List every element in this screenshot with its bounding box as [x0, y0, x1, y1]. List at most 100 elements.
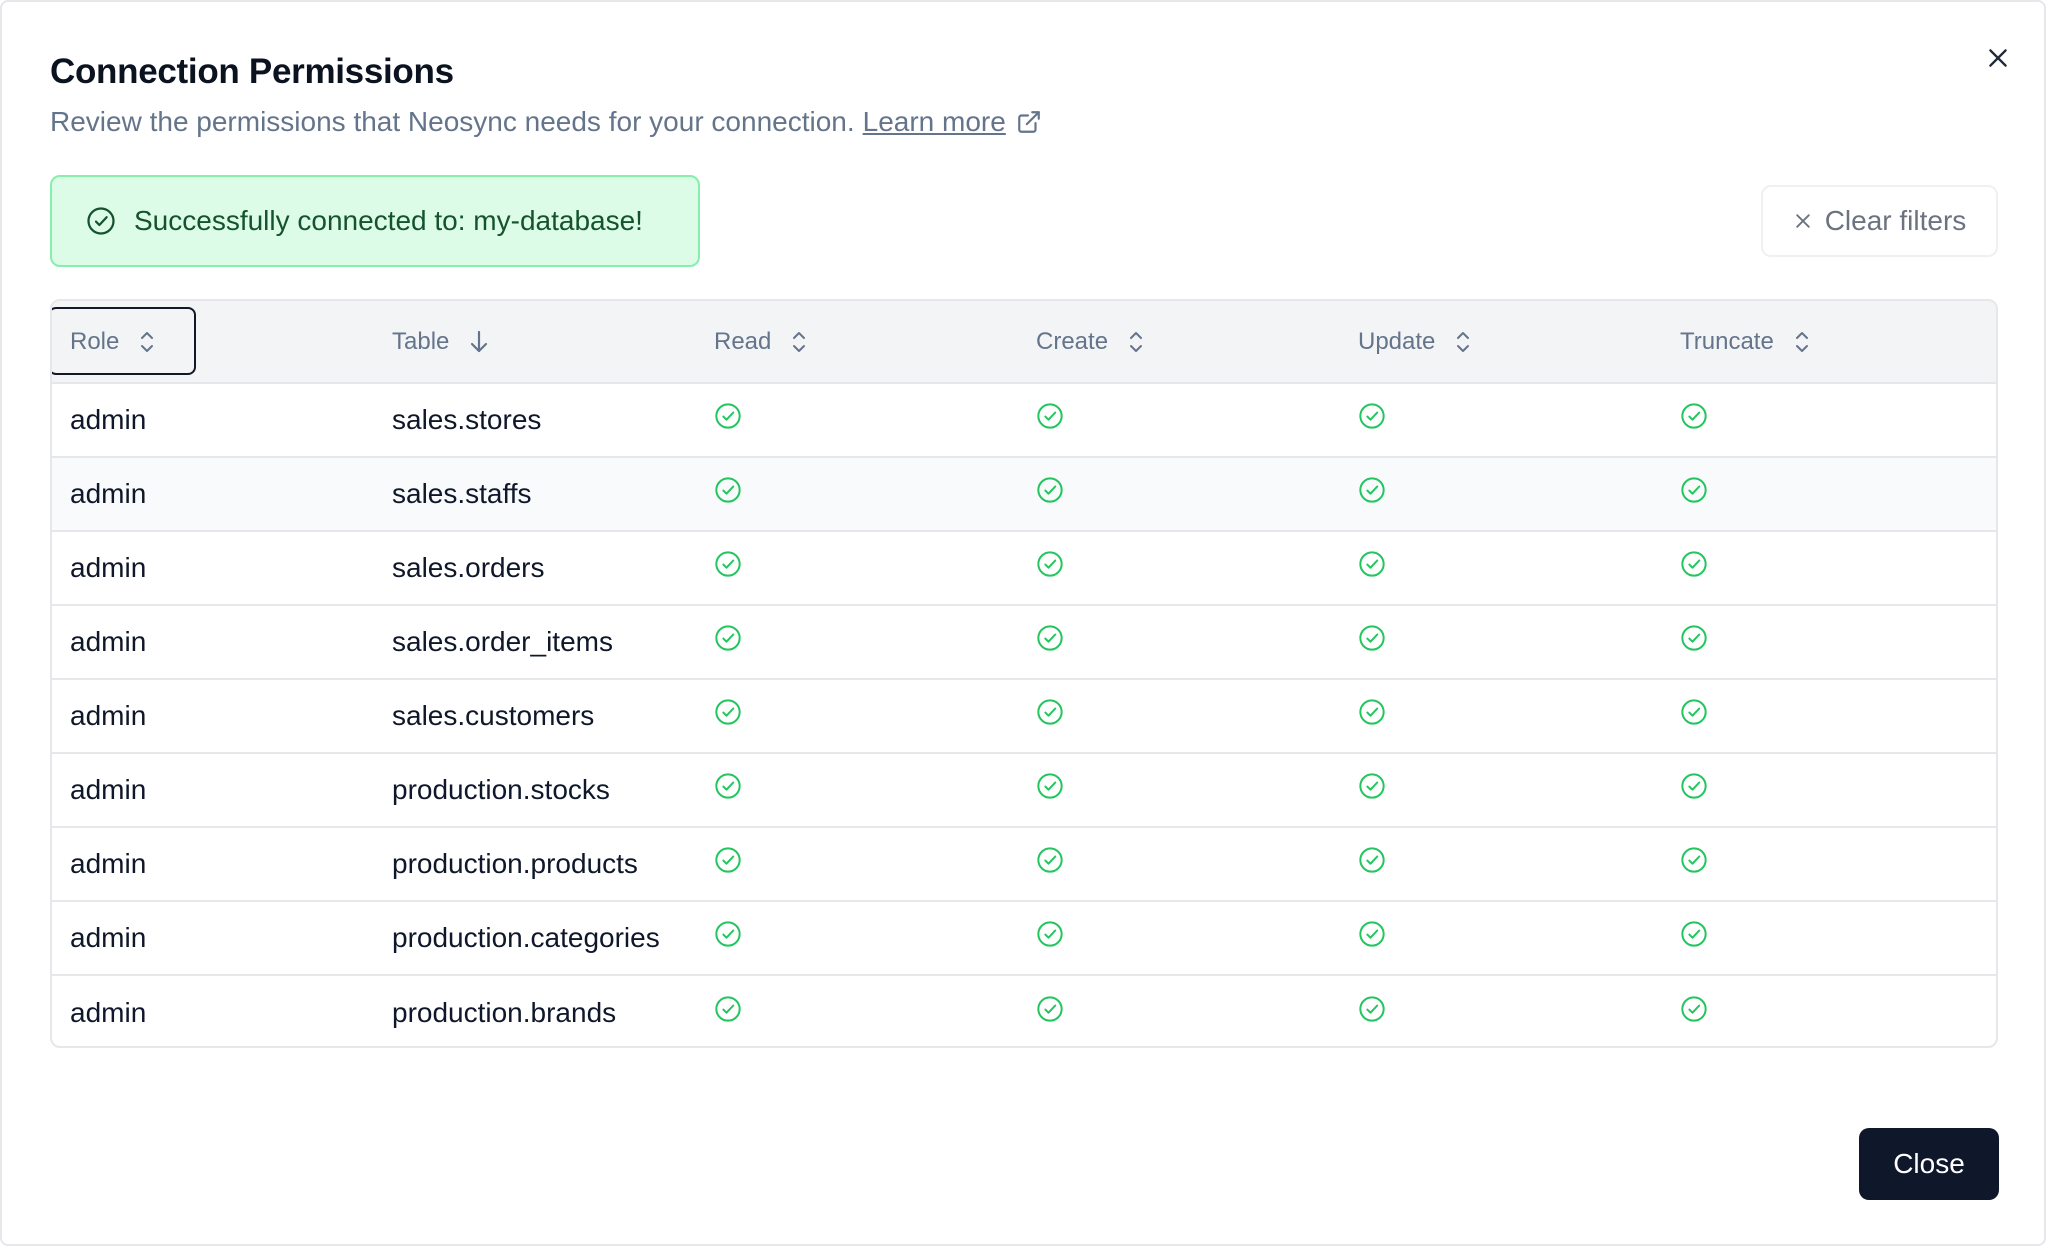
sort-icon[interactable] — [1453, 329, 1473, 355]
cell-read — [696, 384, 1018, 456]
check-circle-icon — [714, 920, 742, 948]
cell-create — [1018, 976, 1340, 1046]
check-circle-icon — [86, 206, 116, 236]
alert-text: Successfully connected to: my-database! — [134, 205, 643, 236]
check-circle-icon — [714, 624, 742, 652]
cell-truncate — [1662, 680, 1984, 752]
check-circle-icon — [1680, 995, 1708, 1023]
check-circle-icon — [1036, 698, 1064, 726]
sort-icon[interactable] — [789, 329, 809, 355]
arrow-down-icon[interactable] — [467, 329, 491, 355]
column-label: Truncate — [1680, 327, 1774, 355]
cell-role: admin — [70, 404, 147, 435]
learn-more-link[interactable]: Learn more — [863, 106, 1006, 138]
cell-role: admin — [70, 478, 147, 509]
sort-icon[interactable] — [137, 329, 157, 355]
x-icon — [1793, 211, 1813, 231]
permissions-table: Role Table Read Create Update Truncate admin s… — [50, 299, 1998, 1048]
cell-read — [696, 902, 1018, 974]
column-header-update[interactable]: Update — [1340, 301, 1662, 382]
cell-update — [1340, 458, 1662, 530]
cell-truncate — [1662, 902, 1984, 974]
cell-role: admin — [70, 997, 147, 1028]
column-label: Table — [392, 327, 450, 355]
cell-table: production.products — [392, 848, 638, 879]
cell-create — [1018, 902, 1340, 974]
check-circle-icon — [1358, 920, 1386, 948]
cell-role: admin — [70, 700, 147, 731]
table-row: admin production.products — [52, 828, 1996, 902]
close-button[interactable]: Close — [1859, 1128, 1999, 1200]
column-header-role[interactable]: Role — [52, 301, 374, 382]
check-circle-icon — [1680, 920, 1708, 948]
cell-create — [1018, 384, 1340, 456]
check-circle-icon — [1680, 624, 1708, 652]
cell-read — [696, 532, 1018, 604]
check-circle-icon — [1680, 476, 1708, 504]
cell-update — [1340, 384, 1662, 456]
table-row: admin production.stocks — [52, 754, 1996, 828]
cell-read — [696, 754, 1018, 826]
dialog-subtitle: Review the permissions that Neosync need… — [50, 106, 1042, 138]
cell-role: admin — [70, 774, 147, 805]
cell-read — [696, 458, 1018, 530]
table-row: admin sales.stores — [52, 384, 1996, 458]
cell-truncate — [1662, 532, 1984, 604]
check-circle-icon — [1680, 550, 1708, 578]
cell-table: sales.orders — [392, 552, 545, 583]
cell-read — [696, 606, 1018, 678]
cell-read — [696, 828, 1018, 900]
table-body: admin sales.stores admin sales.staffs admin s… — [52, 384, 1996, 1046]
connection-permissions-dialog: Connection Permissions Review the permis… — [0, 0, 2046, 1246]
cell-table: sales.staffs — [392, 478, 532, 509]
check-circle-icon — [1358, 698, 1386, 726]
check-circle-icon — [1680, 402, 1708, 430]
clear-filters-button[interactable]: Clear filters — [1761, 185, 1998, 257]
check-circle-icon — [1358, 402, 1386, 430]
cell-truncate — [1662, 976, 1984, 1046]
cell-update — [1340, 902, 1662, 974]
check-circle-icon — [1036, 550, 1064, 578]
cell-table: production.stocks — [392, 774, 610, 805]
cell-table: sales.customers — [392, 700, 595, 731]
cell-create — [1018, 680, 1340, 752]
cell-update — [1340, 532, 1662, 604]
cell-table: production.brands — [392, 997, 617, 1028]
clear-filters-label: Clear filters — [1824, 205, 1967, 236]
check-circle-icon — [714, 550, 742, 578]
check-circle-icon — [1036, 772, 1064, 800]
check-circle-icon — [714, 995, 742, 1023]
check-circle-icon — [714, 772, 742, 800]
cell-update — [1340, 606, 1662, 678]
check-circle-icon — [1358, 624, 1386, 652]
table-header: Role Table Read Create Update Truncate — [52, 301, 1996, 384]
check-circle-icon — [714, 476, 742, 504]
cell-update — [1340, 680, 1662, 752]
column-header-table[interactable]: Table — [374, 301, 696, 382]
cell-update — [1340, 976, 1662, 1046]
success-alert: Successfully connected to: my-database! — [50, 175, 700, 267]
sort-icon[interactable] — [1792, 329, 1812, 355]
cell-read — [696, 976, 1018, 1046]
check-circle-icon — [1036, 402, 1064, 430]
external-link-icon[interactable] — [1016, 109, 1042, 135]
column-header-create[interactable]: Create — [1018, 301, 1340, 382]
check-circle-icon — [714, 846, 742, 874]
column-label: Create — [1036, 327, 1109, 355]
cell-create — [1018, 458, 1340, 530]
sort-icon[interactable] — [1126, 329, 1146, 355]
cell-create — [1018, 606, 1340, 678]
cell-table: sales.order_items — [392, 626, 613, 657]
check-circle-icon — [1680, 772, 1708, 800]
cell-truncate — [1662, 384, 1984, 456]
column-header-truncate[interactable]: Truncate — [1662, 301, 1984, 382]
close-dialog-button[interactable] — [1978, 38, 2018, 78]
cell-role: admin — [70, 848, 147, 879]
check-circle-icon — [1680, 698, 1708, 726]
check-circle-icon — [1036, 624, 1064, 652]
table-row: admin sales.customers — [52, 680, 1996, 754]
column-header-read[interactable]: Read — [696, 301, 1018, 382]
table-row: admin sales.orders — [52, 532, 1996, 606]
column-label: Read — [714, 327, 772, 355]
cell-role: admin — [70, 626, 147, 657]
